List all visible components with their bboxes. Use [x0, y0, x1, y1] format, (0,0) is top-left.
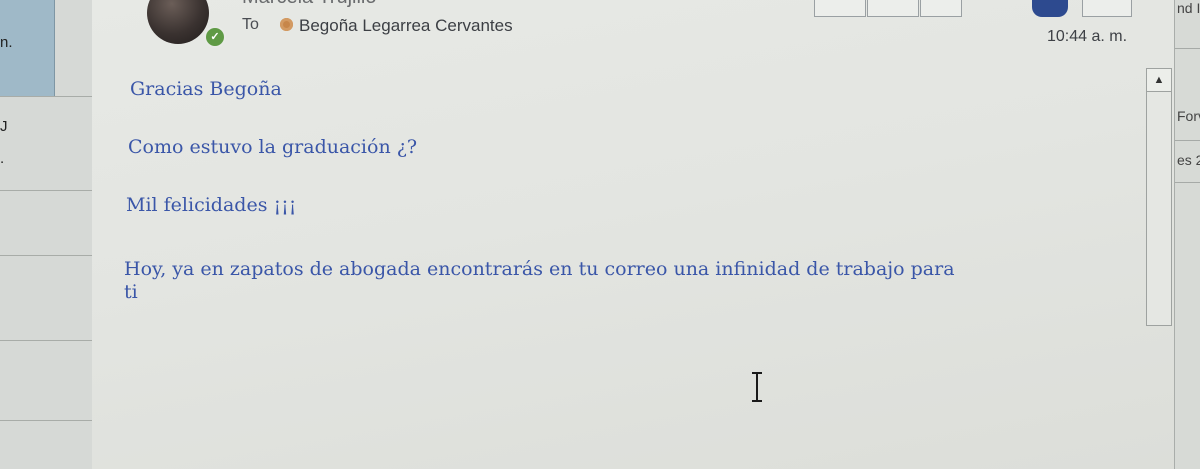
left-pane-snippet: J: [0, 118, 8, 135]
checkmark-icon: ✓: [204, 26, 226, 48]
left-pane-divider: [0, 96, 92, 97]
right-pane-snippet: es 2: [1177, 152, 1200, 168]
recipient-name[interactable]: Begoña Legarrea Cervantes: [299, 16, 513, 36]
right-pane-divider: [1175, 140, 1200, 141]
ribbon-button[interactable]: [1032, 0, 1068, 17]
message-body-line: ti: [124, 281, 138, 303]
right-pane-divider: [1175, 182, 1200, 183]
left-pane: n. J .: [0, 0, 93, 469]
up-arrow-icon[interactable]: ▲: [1147, 69, 1171, 92]
vertical-scrollbar[interactable]: ▲: [1146, 68, 1172, 326]
avatar[interactable]: [147, 0, 209, 44]
message-body-line: Gracias Begoña: [130, 78, 282, 100]
left-pane-divider: [0, 420, 92, 421]
message-reading-pane: ✓ Marcela Trujillo To Begoña Legarrea Ce…: [92, 0, 1174, 469]
status-dot-icon: [280, 18, 293, 31]
ribbon-button[interactable]: [814, 0, 866, 17]
ribbon-button[interactable]: [1082, 0, 1132, 17]
ribbon-button[interactable]: [867, 0, 919, 17]
right-pane-snippet[interactable]: Forv: [1177, 108, 1200, 124]
message-timestamp: 10:44 a. m.: [1047, 28, 1128, 45]
left-pane-divider: [0, 340, 92, 341]
message-body-line: Mil felicidades ¡¡¡: [126, 194, 297, 216]
left-pane-divider: [0, 190, 92, 191]
right-pane: nd I Forv es 2: [1174, 0, 1200, 469]
left-pane-snippet: .: [0, 150, 5, 167]
right-pane-divider: [1175, 48, 1200, 49]
message-body-line: Como estuvo la graduación ¿?: [128, 136, 418, 158]
ribbon-button[interactable]: [920, 0, 962, 17]
text-cursor-icon: [752, 372, 762, 402]
left-pane-divider: [0, 255, 92, 256]
left-pane-snippet: n.: [0, 34, 13, 51]
right-pane-snippet: nd I: [1177, 0, 1200, 16]
to-label: To: [242, 16, 259, 33]
message-body-line: Hoy, ya en zapatos de abogada encontrará…: [124, 258, 955, 280]
sender-name[interactable]: Marcela Trujillo: [242, 0, 376, 9]
